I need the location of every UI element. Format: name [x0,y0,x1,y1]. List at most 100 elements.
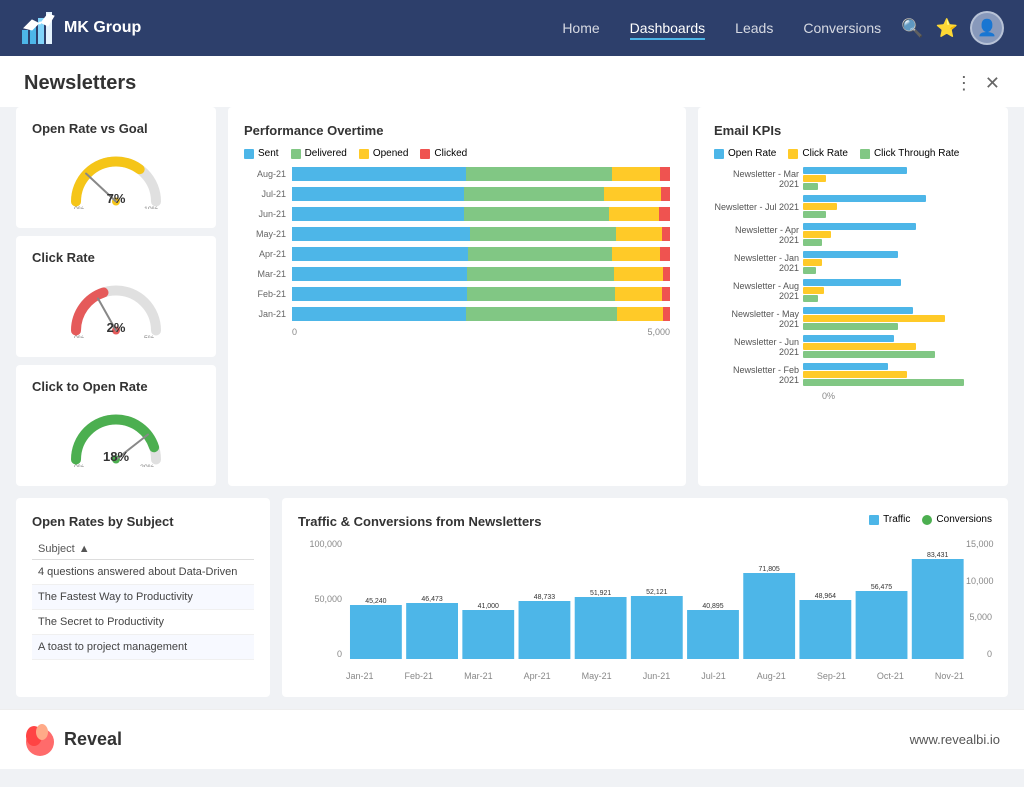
traffic-bar [575,597,627,659]
click-rate-gauge: 0% 5% 2% [32,273,200,343]
click-to-open-widget: Click to Open Rate 0% 20% 18% [16,365,216,486]
email-kpi-row: Newsletter - Jan 2021 [714,251,992,274]
email-kpi-row: Newsletter - Feb 2021 [714,363,992,386]
click-to-open-gauge: 0% 20% 18% [32,402,200,472]
top-row: Open Rate vs Goal 0% 10% 7% [16,107,1008,486]
svg-text:0%: 0% [74,465,84,468]
click-rate-value: 2% [107,320,126,335]
search-button[interactable]: 🔍 [901,18,923,39]
open-rate-title: Open Rate vs Goal [32,121,200,136]
click-to-open-title: Click to Open Rate [32,379,200,394]
click-rate-widget: Click Rate 0% 5% 2% [16,236,216,357]
reveal-logo [24,722,56,758]
more-options-button[interactable]: ⋮ [955,73,973,94]
email-kpi-chart: Newsletter - Mar 2021Newsletter - Jul 20… [714,167,992,386]
svg-text:40,895: 40,895 [702,603,723,610]
month-label: Nov-21 [935,671,964,681]
svg-text:56,475: 56,475 [871,584,892,591]
email-kpi-row: Newsletter - Apr 2021 [714,223,992,246]
subject-col-header[interactable]: Subject ▲ [32,539,254,560]
email-kpis-title: Email KPIs [714,123,992,138]
table-row[interactable]: The Secret to Productivity [32,610,254,635]
nav-icons: 🔍 ⭐ 👤 [901,11,1004,45]
month-label: Jul-21 [701,671,726,681]
month-label: Oct-21 [877,671,904,681]
perf-bar-row: Jun-21 [244,207,670,221]
ekpi-legend-ctr: Click Through Rate [860,148,959,159]
subject-table: Subject ▲ 4 questions answered about Dat… [32,539,254,660]
traffic-bar [631,596,683,659]
perf-bar-row: Jan-21 [244,307,670,321]
click-rate-title: Click Rate [32,250,200,265]
perf-bar-row: Jul-21 [244,187,670,201]
perf-bar-row: May-21 [244,227,670,241]
traffic-legend-traffic: Traffic [869,514,910,525]
traffic-bar [519,601,571,659]
header: MK Group Home Dashboards Leads Conversio… [0,0,1024,56]
page-title: Newsletters [24,72,136,95]
svg-text:48,733: 48,733 [534,594,555,601]
traffic-legend-conversions: Conversions [922,514,992,525]
traffic-bar [687,610,739,659]
month-label: Apr-21 [524,671,551,681]
traffic-bar [743,573,795,659]
traffic-bars-area: 45,24046,47341,00048,73351,92152,12140,8… [346,539,964,681]
svg-text:41,000: 41,000 [478,603,499,610]
page-header: Newsletters ⋮ ✕ [0,56,1024,107]
legend-sent: Sent [244,148,279,159]
traffic-legend: Traffic Conversions [869,514,992,525]
nav-leads[interactable]: Leads [735,16,773,40]
nav-home[interactable]: Home [562,16,599,40]
email-kpis-widget: Email KPIs Open Rate Click Rate Click Th… [698,107,1008,486]
x-axis: 05,000 [292,327,670,337]
traffic-bar [799,600,851,659]
month-label: Jan-21 [346,671,374,681]
traffic-bar [912,559,964,659]
footer-brand-name: Reveal [64,729,122,750]
table-row[interactable]: A toast to project management [32,635,254,660]
dashboard: Open Rate vs Goal 0% 10% 7% [0,107,1024,709]
perf-bar-row: Aug-21 [244,167,670,181]
traffic-bar [856,591,908,659]
logo-text: MK Group [64,19,141,37]
open-rates-title: Open Rates by Subject [32,514,254,529]
email-kpi-row: Newsletter - Mar 2021 [714,167,992,190]
open-rates-widget: Open Rates by Subject Subject ▲ 4 [16,498,270,697]
email-kpis-legend: Open Rate Click Rate Click Through Rate [714,148,992,159]
close-button[interactable]: ✕ [985,73,1000,94]
svg-text:20%: 20% [140,465,154,468]
table-row[interactable]: The Fastest Way to Productivity [32,585,254,610]
traffic-title: Traffic & Conversions from Newsletters [298,514,541,529]
favorites-button[interactable]: ⭐ [936,18,958,39]
svg-text:46,473: 46,473 [421,596,442,603]
click-to-open-value: 18% [103,449,129,464]
performance-chart: Aug-21Jul-21Jun-21May-21Apr-21Mar-21Feb-… [244,167,670,337]
svg-text:5%: 5% [144,336,154,339]
page-actions: ⋮ ✕ [955,73,1000,94]
sort-icon: ▲ [79,543,90,555]
svg-text:71,805: 71,805 [759,566,780,573]
open-rate-value: 7% [107,191,126,206]
open-rate-gauge: 0% 10% 7% [32,144,200,214]
traffic-chart-container: 100,000 50,000 0 45,24046,47341,00048,73… [298,539,992,681]
user-avatar[interactable]: 👤 [970,11,1004,45]
legend-clicked: Clicked [420,148,467,159]
perf-bar-row: Apr-21 [244,247,670,261]
month-label: Aug-21 [757,671,786,681]
svg-text:0%: 0% [74,336,84,339]
table-row[interactable]: 4 questions answered about Data-Driven [32,560,254,585]
performance-title: Performance Overtime [244,123,670,138]
email-kpi-row: Newsletter - Jun 2021 [714,335,992,358]
svg-text:48,964: 48,964 [815,593,836,600]
footer-brand: Reveal [24,722,122,758]
svg-text:10%: 10% [144,207,158,210]
month-label: Jun-21 [643,671,671,681]
month-label: May-21 [582,671,612,681]
month-label: Mar-21 [464,671,493,681]
traffic-bar [406,603,458,659]
traffic-bar [350,605,402,659]
nav-conversions[interactable]: Conversions [803,16,881,40]
nav-dashboards[interactable]: Dashboards [630,16,706,40]
svg-text:0%: 0% [74,207,84,210]
svg-text:51,921: 51,921 [590,590,611,597]
